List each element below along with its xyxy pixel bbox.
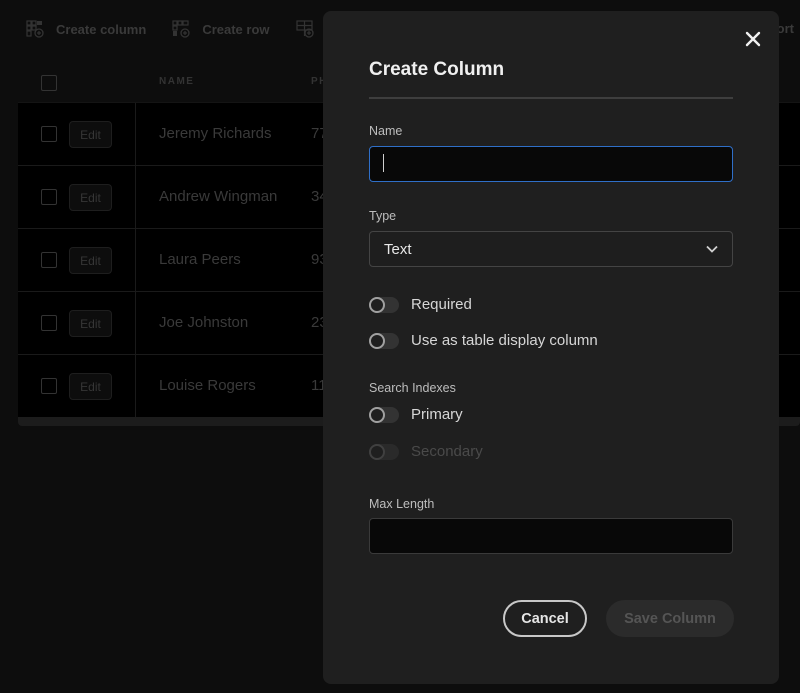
add-view-icon <box>295 20 314 38</box>
modal-title: Create Column <box>369 59 505 80</box>
column-divider <box>135 355 136 417</box>
max-length-input[interactable] <box>369 518 733 554</box>
type-select-value: Text <box>384 240 412 258</box>
row-checkbox[interactable] <box>41 126 57 142</box>
edit-button[interactable]: Edit <box>69 310 112 337</box>
row-checkbox[interactable] <box>41 252 57 268</box>
column-divider <box>135 229 136 291</box>
edit-button[interactable]: Edit <box>69 373 112 400</box>
cell-name: Andrew Wingman <box>159 188 278 205</box>
primary-toggle[interactable] <box>369 406 399 423</box>
create-column-modal: Create Column Name Type Text Required Us… <box>323 11 779 684</box>
row-checkbox[interactable] <box>41 315 57 331</box>
create-row-label: Create row <box>202 21 270 37</box>
add-row-icon <box>172 20 190 38</box>
create-column-label: Create column <box>56 21 147 37</box>
max-length-label: Max Length <box>369 497 435 511</box>
column-divider <box>135 292 136 354</box>
primary-toggle-row[interactable]: Primary <box>369 406 463 423</box>
column-divider <box>135 166 136 228</box>
secondary-toggle-row: Secondary <box>369 443 483 460</box>
edit-button[interactable]: Edit <box>69 121 112 148</box>
primary-label: Primary <box>411 406 463 423</box>
display-column-toggle[interactable] <box>369 332 399 349</box>
create-column-button[interactable]: Create column <box>26 20 146 38</box>
type-select[interactable]: Text <box>369 231 733 267</box>
name-label: Name <box>369 124 403 138</box>
secondary-label: Secondary <box>411 443 483 460</box>
row-checkbox[interactable] <box>41 378 57 394</box>
chevron-down-icon <box>706 245 718 253</box>
row-checkbox[interactable] <box>41 189 57 205</box>
cell-name: Louise Rogers <box>159 377 256 394</box>
column-divider <box>135 103 136 165</box>
edit-button[interactable]: Edit <box>69 184 112 211</box>
select-all-checkbox[interactable] <box>41 75 57 91</box>
add-column-icon <box>26 20 44 38</box>
type-label: Type <box>369 209 397 223</box>
required-label: Required <box>411 296 472 313</box>
display-column-toggle-row[interactable]: Use as table display column <box>369 332 598 349</box>
cancel-button[interactable]: Cancel <box>503 600 587 637</box>
required-toggle-row[interactable]: Required <box>369 296 472 313</box>
display-column-label: Use as table display column <box>411 332 598 349</box>
close-icon <box>745 31 761 47</box>
cell-name: Laura Peers <box>159 251 241 268</box>
title-divider <box>369 97 733 99</box>
search-indexes-label: Search Indexes <box>369 381 456 395</box>
close-button[interactable] <box>743 29 763 49</box>
create-row-button[interactable]: Create row <box>172 20 270 38</box>
export-button[interactable]: ort <box>777 21 794 36</box>
edit-button[interactable]: Edit <box>69 247 112 274</box>
name-input[interactable] <box>369 146 733 182</box>
secondary-toggle <box>369 443 399 460</box>
required-toggle[interactable] <box>369 296 399 313</box>
cell-name: Joe Johnston <box>159 314 249 331</box>
save-column-button: Save Column <box>606 600 734 637</box>
column-header-name[interactable]: NAME <box>159 76 194 87</box>
cell-name: Jeremy Richards <box>159 125 272 142</box>
text-caret <box>383 154 384 172</box>
